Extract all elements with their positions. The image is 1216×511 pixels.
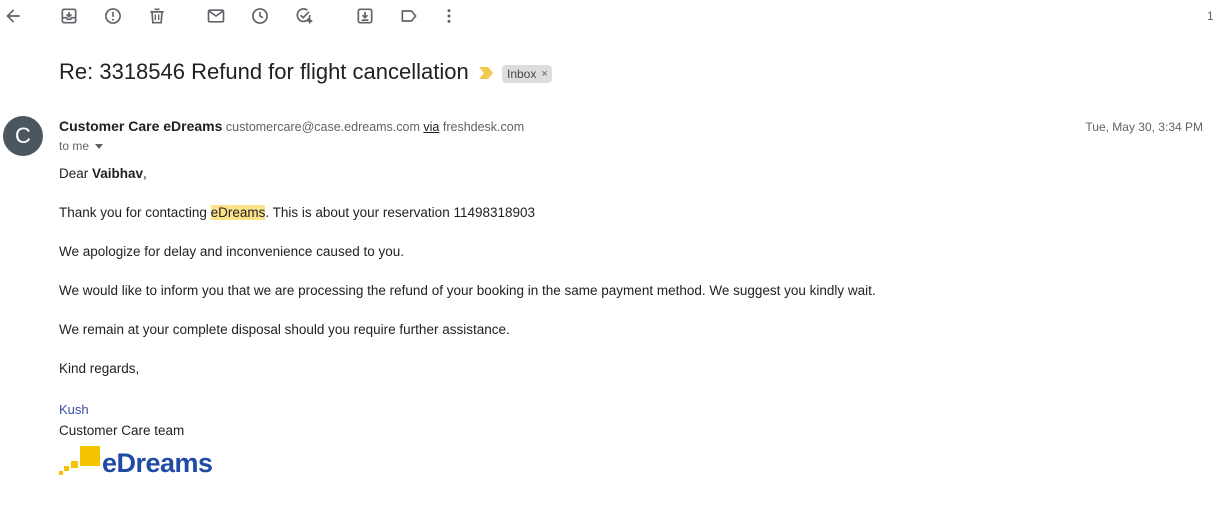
chevron-down-icon	[95, 143, 104, 149]
inbox-label-chip: Inbox ×	[502, 65, 552, 83]
greeting-suffix: ,	[143, 166, 147, 181]
email-date: Tue, May 30, 3:34 PM	[1085, 120, 1203, 134]
report-spam-icon[interactable]	[100, 3, 126, 29]
highlighted-term: eDreams	[210, 205, 266, 220]
via-link[interactable]: via	[423, 120, 439, 134]
back-arrow-icon[interactable]	[0, 3, 26, 29]
recipient-text: to me	[59, 139, 90, 153]
delete-icon[interactable]	[144, 3, 170, 29]
line1-suffix: . This is about your reservation 1149831…	[265, 205, 536, 220]
logo-text: eDreams	[102, 448, 213, 478]
greeting-prefix: Dear	[59, 166, 93, 181]
body-line-4: We remain at your complete disposal shou…	[59, 322, 510, 337]
logo-mark-icon	[58, 446, 102, 478]
archive-icon[interactable]	[56, 3, 82, 29]
important-marker-icon[interactable]	[478, 66, 494, 80]
page-count: 1	[1207, 9, 1214, 23]
sender-email: customercare@case.edreams.com	[225, 120, 420, 134]
body-line-1: Thank you for contacting eDreams. This i…	[59, 205, 535, 220]
label-text: Inbox	[507, 67, 537, 81]
remove-label-icon[interactable]: ×	[541, 68, 547, 80]
move-to-icon[interactable]	[352, 3, 378, 29]
greeting-line: Dear Vaibhav,	[59, 166, 147, 181]
recipient-details-toggle[interactable]: to me	[59, 139, 104, 153]
body-line-3: We would like to inform you that we are …	[59, 283, 876, 298]
edreams-logo: eDreams	[58, 446, 213, 478]
mark-unread-icon[interactable]	[203, 3, 229, 29]
labels-icon[interactable]	[396, 3, 422, 29]
body-line-2: We apologize for delay and inconvenience…	[59, 244, 404, 259]
more-options-icon[interactable]	[436, 3, 462, 29]
avatar[interactable]: C	[3, 116, 43, 156]
snooze-icon[interactable]	[247, 3, 273, 29]
sender-name[interactable]: Customer Care eDreams	[59, 118, 222, 134]
signature-name: Kush	[59, 402, 89, 417]
greeting-name: Vaibhav	[92, 166, 144, 181]
line1-prefix: Thank you for contacting	[59, 205, 211, 220]
via-domain: freshdesk.com	[442, 120, 525, 134]
email-subject: Re: 3318546 Refund for flight cancellati…	[59, 59, 469, 84]
signature-team: Customer Care team	[59, 423, 185, 438]
closing-line: Kind regards,	[59, 361, 140, 376]
sender-line: Customer Care eDreams customercare@case.…	[59, 118, 524, 134]
add-to-tasks-icon[interactable]	[291, 3, 317, 29]
